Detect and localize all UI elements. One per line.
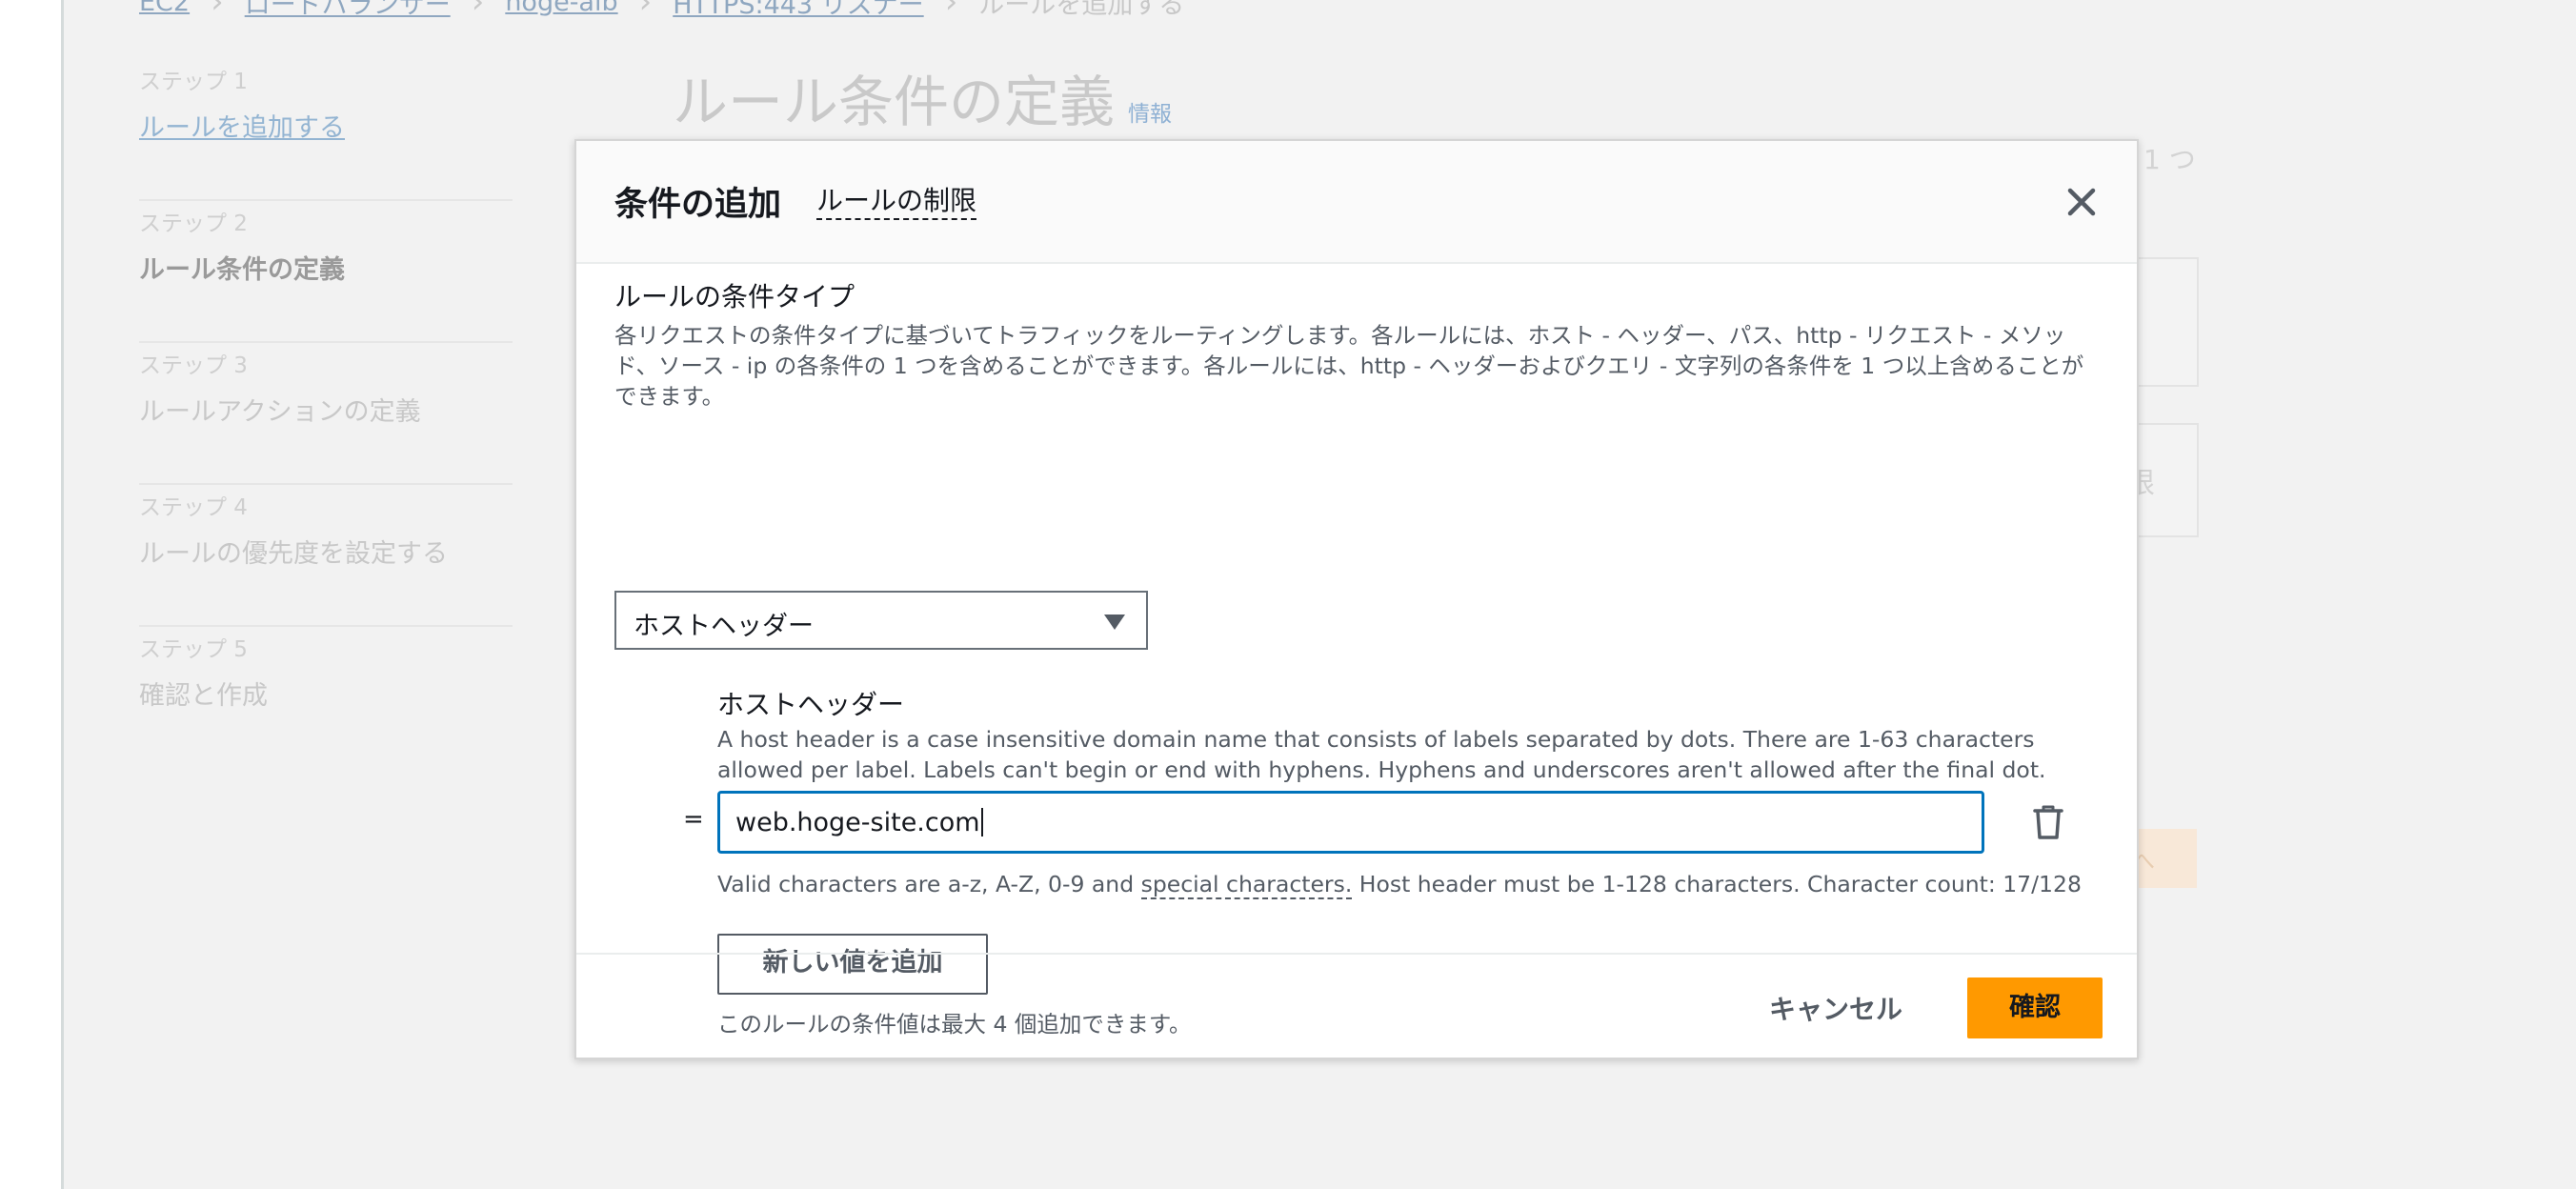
operator-equals: = — [683, 805, 704, 834]
step-number: ステップ 5 — [139, 637, 248, 662]
host-header-value-input[interactable]: web.hoge-site.com — [717, 791, 1984, 854]
breadcrumb-separator-icon: › — [211, 0, 224, 21]
condition-type-description: 各リクエストの条件タイプに基づいてトラフィックをルーティングします。各ルールには… — [614, 322, 2084, 410]
caret-down-icon — [1104, 615, 1125, 630]
breadcrumb-separator-icon: › — [944, 0, 958, 21]
step-title: ルール条件の定義 — [139, 255, 345, 285]
wizard-step-3: ステップ 3 ルールアクションの定義 — [139, 343, 513, 485]
text-cursor — [980, 808, 983, 836]
breadcrumb-current: ルールを追加する — [978, 0, 1185, 20]
info-link[interactable]: 情報 — [1128, 102, 1172, 127]
wizard-step-2: ステップ 2 ルール条件の定義 — [139, 201, 513, 343]
modal-footer: キャンセル 確認 — [576, 953, 2137, 1061]
breadcrumb-alb[interactable]: hoge-alb — [505, 0, 617, 17]
page-title-text: ルール条件の定義 — [673, 70, 1116, 134]
step-title: ルールの優先度を設定する — [139, 539, 448, 569]
breadcrumb-separator-icon: › — [638, 0, 653, 21]
host-header-label: ホストヘッダー — [717, 689, 905, 720]
host-header-value: web.hoge-site.com — [735, 808, 983, 837]
wizard-steps: ステップ 1 ルールを追加する ステップ 2 ルール条件の定義 ステップ 3 ル… — [139, 59, 513, 769]
breadcrumb-ec2[interactable]: EC2 — [139, 0, 190, 17]
breadcrumb: EC2 › ロードバランサー › hoge-alb › HTTPS:443 リス… — [139, 0, 1184, 21]
cancel-button[interactable]: キャンセル — [1769, 989, 1902, 1027]
confirm-button[interactable]: 確認 — [1967, 977, 2103, 1038]
step-number: ステップ 4 — [139, 495, 248, 520]
background-text: 1 つ — [2143, 144, 2196, 175]
wizard-step-1: ステップ 1 ルールを追加する — [139, 59, 513, 201]
breadcrumb-separator-icon: › — [471, 0, 485, 21]
breadcrumb-listener[interactable]: HTTPS:443 リスナー — [673, 0, 923, 21]
step-number: ステップ 2 — [139, 212, 248, 236]
constraint-prefix: Valid characters are a-z, A-Z, 0-9 and — [717, 871, 1141, 897]
trash-icon[interactable] — [2032, 804, 2064, 840]
wizard-step-5: ステップ 5 確認と作成 — [139, 627, 513, 769]
host-header-constraint: Valid characters are a-z, A-Z, 0-9 and s… — [717, 871, 2082, 899]
page-title: ルール条件の定義 情報 — [673, 57, 1172, 137]
step-number: ステップ 1 — [139, 70, 248, 94]
close-icon[interactable] — [2063, 183, 2101, 221]
condition-type-label: ルールの条件タイプ — [614, 281, 855, 312]
step-title[interactable]: ルールを追加する — [139, 107, 513, 144]
step-number: ステップ 3 — [139, 353, 248, 378]
step-title: ルールアクションの定義 — [139, 397, 421, 427]
add-condition-modal: 条件の追加 ルールの制限 ルールの条件タイプ 各リクエストの条件タイプに基づいて… — [574, 139, 2139, 1059]
condition-type-selected-value: ホストヘッダー — [634, 612, 814, 641]
host-header-value-text: web.hoge-site.com — [735, 808, 980, 837]
special-characters-link[interactable]: special characters. — [1140, 871, 1353, 899]
condition-type-field: ルールの条件タイプ 各リクエストの条件タイプに基づいてトラフィックをルーティング… — [614, 276, 2101, 412]
constraint-suffix: Host header must be 1-128 characters. Ch… — [1352, 871, 2082, 897]
host-header-description: A host header is a case insensitive doma… — [717, 726, 2046, 783]
condition-type-select[interactable]: ホストヘッダー — [614, 591, 1148, 650]
modal-title: 条件の追加 — [614, 186, 782, 224]
wizard-step-4: ステップ 4 ルールの優先度を設定する — [139, 485, 513, 627]
step-title: 確認と作成 — [139, 681, 268, 711]
rule-limits-link[interactable]: ルールの制限 — [816, 184, 977, 220]
modal-header: 条件の追加 ルールの制限 — [576, 141, 2137, 264]
breadcrumb-load-balancers[interactable]: ロードバランサー — [245, 0, 451, 21]
